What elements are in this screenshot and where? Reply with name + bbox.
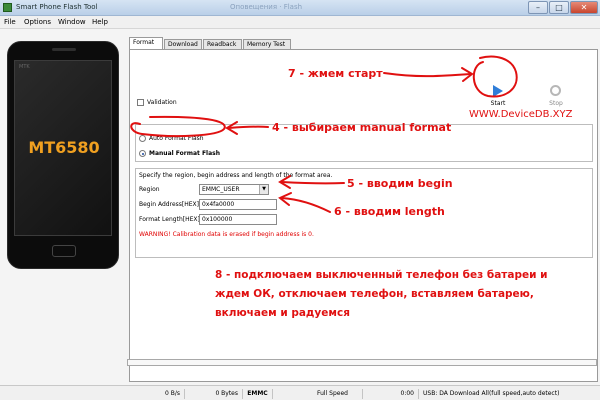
progress-bar (127, 359, 597, 366)
chip-label: MT6580 (28, 138, 100, 157)
background-window-title: Оповещения · Flash (230, 3, 303, 11)
begin-address-input[interactable]: 0x4fa0000 (199, 199, 277, 210)
menu-file[interactable]: File (4, 18, 16, 26)
phone-brand-label: MTK (19, 64, 30, 70)
annotation-step-8-line-3: включаем и радуемся (215, 307, 350, 319)
title-bar: Smart Phone Flash Tool Оповещения · Flas… (0, 0, 600, 16)
manual-format-label: Manual Format Flash (149, 150, 220, 157)
client-area: MTK MT6580 Format Download Readback Memo… (0, 29, 600, 386)
annotation-step-7: 7 - жмем старт (288, 67, 383, 80)
annotation-step-6: 6 - вводим length (334, 205, 445, 218)
status-mode: Full Speed (273, 389, 363, 399)
annotation-step-4: 4 - выбираем manual format (272, 121, 452, 134)
instructions-text: Specify the region, begin address and le… (139, 172, 333, 179)
menu-window[interactable]: Window (58, 18, 86, 26)
phone-speaker (52, 48, 76, 51)
status-bar: 0 B/s 0 Bytes EMMC Full Speed 0:00 USB: … (0, 385, 600, 400)
site-watermark: WWW.DeviceDB.XYZ (469, 109, 573, 120)
format-length-input[interactable]: 0x100000 (199, 214, 277, 225)
maximize-button[interactable]: □ (549, 1, 569, 14)
status-time: 0:00 (363, 389, 419, 399)
close-button[interactable]: ✕ (570, 1, 598, 14)
phone-illustration: MTK MT6580 (7, 41, 119, 269)
annotation-step-5: 5 - вводим begin (347, 177, 453, 190)
region-select[interactable]: EMMC_USER ▼ (199, 184, 269, 195)
app-icon (3, 3, 12, 12)
auto-format-label: Auto Format Flash (149, 135, 204, 142)
validation-checkbox[interactable] (137, 99, 144, 106)
status-speed: 0 B/s (127, 389, 185, 399)
annotation-step-8-line-2: ждем ОК, отключаем телефон, вставляем ба… (215, 288, 534, 300)
manual-format-radio[interactable] (139, 150, 146, 157)
start-label: Start (490, 100, 506, 107)
calibration-warning: WARNING! Calibration data is erased if b… (139, 231, 314, 238)
begin-address-label: Begin Address[HEX]: (139, 201, 202, 208)
minimize-button[interactable]: – (528, 1, 548, 14)
chevron-down-icon: ▼ (259, 185, 268, 194)
format-length-label: Format Length[HEX]: (139, 216, 202, 223)
stop-label: Stop (549, 100, 563, 107)
window-title: Smart Phone Flash Tool (16, 3, 98, 11)
play-icon (493, 85, 503, 97)
menu-options[interactable]: Options (24, 18, 51, 26)
annotation-step-8-line-1: 8 - подключаем выключенный телефон без б… (215, 269, 548, 281)
status-port: USB: DA Download All(full speed,auto det… (423, 390, 560, 397)
phone-home-button (52, 245, 76, 257)
phone-screen: MTK MT6580 (14, 60, 112, 236)
stop-button[interactable]: Stop (542, 83, 570, 111)
region-label: Region (139, 186, 160, 193)
status-bytes: 0 Bytes (185, 389, 243, 399)
menu-help[interactable]: Help (92, 18, 108, 26)
auto-format-radio[interactable] (139, 135, 146, 142)
menu-bar: File Options Window Help (0, 16, 600, 29)
start-button[interactable]: Start (484, 83, 512, 111)
status-storage: EMMC (243, 389, 273, 399)
stop-icon (550, 85, 561, 96)
region-value: EMMC_USER (202, 186, 240, 193)
validation-label: Validation (147, 99, 177, 106)
